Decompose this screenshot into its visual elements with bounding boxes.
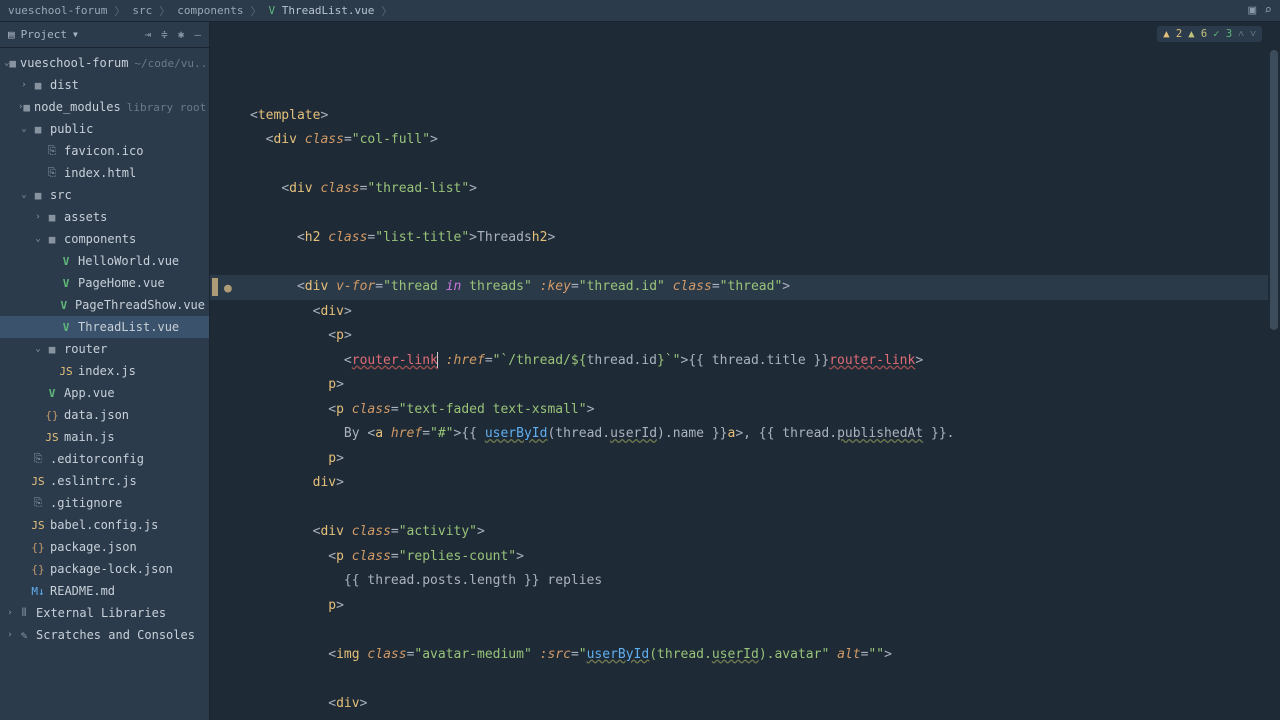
code-line[interactable]: <img class="avatar-medium" :src="userByI… [230,643,1280,668]
js-icon: JS [30,519,46,532]
tree-item[interactable]: ›■dist [0,74,209,96]
breadcrumb-bar: vueschool-forum〉src〉components〉V ThreadL… [0,0,1280,22]
breadcrumb-segment[interactable]: V ThreadList.vue [268,4,374,17]
code-line[interactable]: <div> [230,692,1280,717]
tree-item[interactable]: VPageHome.vue [0,272,209,294]
tree-item[interactable]: ⌄■src [0,184,209,206]
code-line[interactable]: <p class="replies-count"> [230,545,1280,570]
folder-icon: ■ [44,343,60,356]
tree-item[interactable]: ⎘index.html [0,162,209,184]
vue-icon: V [58,321,74,334]
tree-item[interactable]: JSbabel.config.js [0,514,209,536]
tree-item[interactable]: VPageThreadShow.vue [0,294,209,316]
code-line[interactable]: {{ thread.posts.length }} replies [230,569,1280,594]
tree-item[interactable]: ⎘.editorconfig [0,448,209,470]
code-line[interactable]: p> [230,447,1280,472]
tree-item[interactable]: ›■assets [0,206,209,228]
folder-icon: ■ [30,189,46,202]
code-line[interactable]: <div> [230,300,1280,325]
code-line[interactable] [230,202,1280,227]
project-tree[interactable]: ⌄■vueschool-forum~/code/vu...›■dist›■nod… [0,48,209,720]
code-line[interactable] [230,667,1280,692]
tree-item[interactable]: ›⫴External Libraries [0,602,209,624]
breadcrumb-segment[interactable]: src [132,4,152,17]
json-icon: {} [30,563,46,576]
tree-item[interactable]: {}package.json [0,536,209,558]
js-icon: JS [44,431,60,444]
tree-item[interactable]: ›■node_moduleslibrary root [0,96,209,118]
js-icon: JS [58,365,74,378]
tree-item[interactable]: ⌄■public [0,118,209,140]
folder-icon: ■ [9,57,16,70]
tree-item[interactable]: ›✎Scratches and Consoles [0,624,209,646]
scratch-icon: ✎ [16,629,32,642]
code-line[interactable]: <p> [230,324,1280,349]
folder-icon: ■ [44,211,60,224]
json-icon: {} [44,409,60,422]
vue-icon: V [57,299,71,312]
search-everywhere-icon[interactable]: ⌕ [1264,3,1272,18]
code-line[interactable] [230,153,1280,178]
code-line[interactable]: <h2 class="list-title">Threadsh2> [230,226,1280,251]
breadcrumb-segment[interactable]: components [177,4,243,17]
folder-icon: ■ [30,123,46,136]
cfg-icon: ⎘ [30,452,46,466]
tree-item[interactable]: M↓README.md [0,580,209,602]
tree-item[interactable]: ⎘.gitignore [0,492,209,514]
vue-icon: V [58,255,74,268]
hide-icon[interactable]: — [194,28,201,41]
tree-item[interactable]: ⌄■components [0,228,209,250]
breadcrumb-segment[interactable]: vueschool-forum [8,4,107,17]
tree-item[interactable]: ⌄■router [0,338,209,360]
md-icon: M↓ [30,585,46,598]
select-opened-file-icon[interactable]: ⇥ [145,28,152,41]
code-line[interactable]: <p class="text-faded text-xsmall"> [230,398,1280,423]
code-line[interactable]: <template> [230,104,1280,129]
expand-all-icon[interactable]: ≑ [161,28,168,41]
tree-item[interactable]: {}package-lock.json [0,558,209,580]
tree-item[interactable]: JSmain.js [0,426,209,448]
code-line[interactable]: <p class="text-xsmall"> [230,716,1280,720]
folder-icon: ■ [23,101,30,114]
code-line[interactable] [230,618,1280,643]
project-view-selector[interactable]: ▤ Project ▼ [8,28,78,41]
code-line[interactable] [230,496,1280,521]
code-line[interactable]: p> [230,594,1280,619]
code-line[interactable]: div> [230,471,1280,496]
lib-icon: ⫴ [16,606,32,620]
json-icon: {} [30,541,46,554]
code-line[interactable]: <div class="activity"> [230,520,1280,545]
folder-icon: ■ [30,79,46,92]
layout-icon[interactable]: ▣ [1248,3,1256,18]
code-line[interactable]: <router-link :href="`/thread/${thread.id… [230,349,1280,374]
code-line[interactable]: <div class="thread-list"> [230,177,1280,202]
folder-icon: ■ [44,233,60,246]
code-line[interactable]: p> [230,373,1280,398]
editor[interactable]: ▲ 2 ▲ 6 ✓ 3 ˄ ˅ ● <template> <div class=… [210,22,1280,720]
cfg-icon: ⎘ [44,144,60,158]
tree-item[interactable]: JSindex.js [0,360,209,382]
vue-icon: V [58,277,74,290]
code-line[interactable]: <div class="col-full"> [230,128,1280,153]
tree-item[interactable]: VThreadList.vue [0,316,209,338]
cfg-icon: ⎘ [30,496,46,510]
tree-item[interactable]: ⎘favicon.ico [0,140,209,162]
js-icon: JS [30,475,46,488]
cfg-icon: ⎘ [44,166,60,180]
settings-icon[interactable]: ✱ [178,28,185,41]
tree-item[interactable]: VApp.vue [0,382,209,404]
editor-scrollbar[interactable] [1270,50,1278,330]
breadcrumb-path[interactable]: vueschool-forum〉src〉components〉V ThreadL… [8,3,395,19]
code-line[interactable]: By <a href="#">{{ userById(thread.userId… [230,422,1280,447]
code-line[interactable] [230,251,1280,276]
tree-item[interactable]: VHelloWorld.vue [0,250,209,272]
code-line[interactable]: <div v-for="thread in threads" :key="thr… [230,275,1280,300]
project-tool-window: ▤ Project ▼ ⇥ ≑ ✱ — ⌄■vueschool-forum~/c… [0,22,210,720]
tree-item[interactable]: JS.eslintrc.js [0,470,209,492]
tree-item[interactable]: ⌄■vueschool-forum~/code/vu... [0,52,209,74]
vue-icon: V [44,387,60,400]
tree-item[interactable]: {}data.json [0,404,209,426]
